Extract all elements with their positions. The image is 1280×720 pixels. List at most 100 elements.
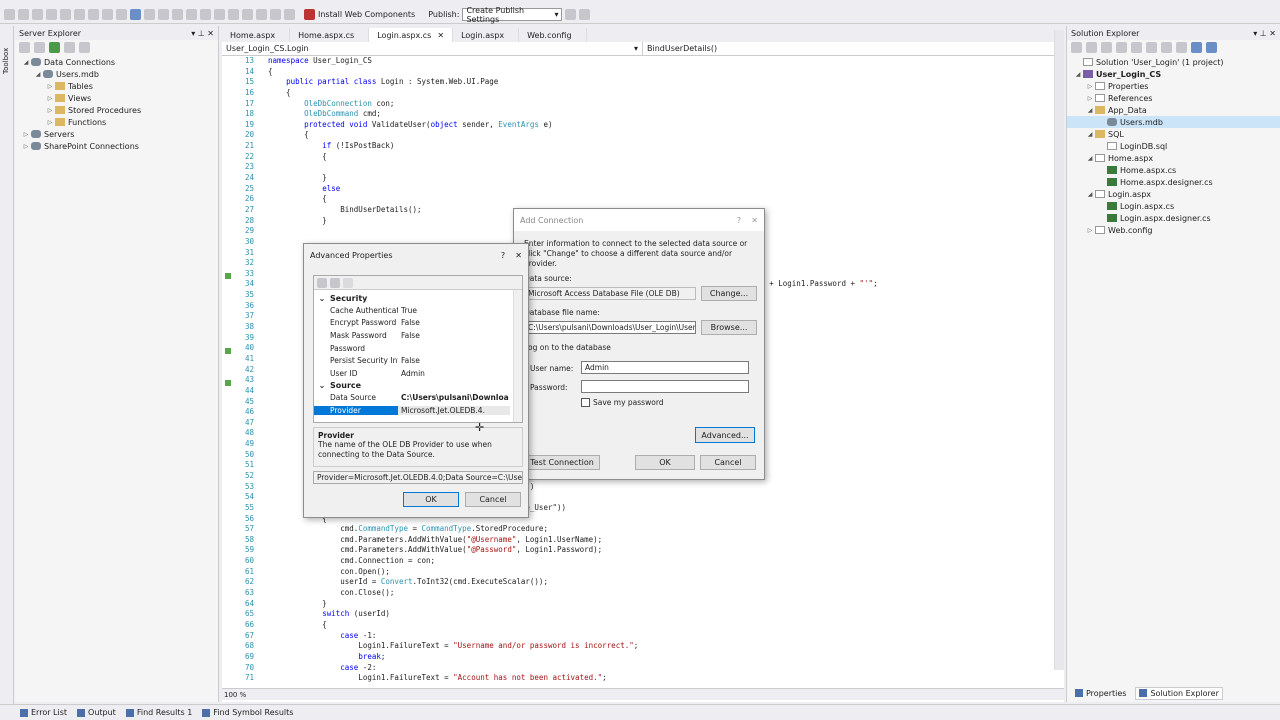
code-line[interactable]: 67 case -1:: [222, 631, 1052, 642]
code-line[interactable]: 60 cmd.Connection = con;: [222, 556, 1052, 567]
property-row[interactable]: Mask Password False: [314, 329, 522, 342]
expander-icon[interactable]: ◢: [33, 71, 43, 78]
username-input[interactable]: Admin: [581, 361, 749, 374]
code-line[interactable]: 13 namespace User_Login_CS: [222, 56, 1052, 67]
help-icon[interactable]: ?: [737, 216, 741, 225]
toolbar-icon[interactable]: [74, 9, 85, 20]
toolbar-icon[interactable]: [242, 9, 253, 20]
settings-icon[interactable]: [1206, 41, 1217, 53]
code-line[interactable]: 68 Login1.FailureText = "Username and/or…: [222, 641, 1052, 652]
property-value[interactable]: True: [398, 306, 522, 315]
toolbar-icon[interactable]: [18, 9, 29, 20]
toolbar-icon[interactable]: [228, 9, 239, 20]
tab-document[interactable]: Home.aspx: [222, 28, 291, 42]
expander-icon[interactable]: ◢: [21, 59, 31, 66]
tab-output[interactable]: Output: [77, 708, 116, 717]
expander-icon[interactable]: ▷: [45, 95, 55, 102]
cancel-button[interactable]: Cancel: [700, 455, 756, 470]
property-category[interactable]: ⌄ Security: [314, 292, 522, 304]
code-line[interactable]: 69 break;: [222, 652, 1052, 663]
tree-node[interactable]: ▷ Properties: [1067, 80, 1280, 92]
alphabetical-icon[interactable]: [330, 277, 340, 288]
tree-node[interactable]: ▷ Web.config: [1067, 224, 1280, 236]
property-value[interactable]: Admin: [398, 369, 522, 378]
stop-icon[interactable]: [34, 41, 45, 53]
sync-icon[interactable]: [1116, 41, 1127, 53]
tree-node[interactable]: ▷ SharePoint Connections: [15, 140, 218, 152]
tree-node[interactable]: Users.mdb: [1067, 116, 1280, 128]
zoom-level[interactable]: 100 %: [222, 688, 1064, 700]
categorized-icon[interactable]: [317, 277, 327, 288]
toolbar-icon[interactable]: [172, 9, 183, 20]
code-line[interactable]: 61 con.Open();: [222, 567, 1052, 578]
editor-vertical-scrollbar[interactable]: [1054, 30, 1064, 670]
tab-document[interactable]: Login.aspx: [453, 28, 520, 42]
toolbar-icon[interactable]: [214, 9, 225, 20]
property-row[interactable]: Provider Microsoft.Jet.OLEDB.4.: [314, 404, 522, 417]
class-dropdown[interactable]: User_Login_CS.Login ▾: [222, 42, 643, 55]
connect-sharepoint-icon[interactable]: [79, 41, 90, 53]
property-grid-scrollbar[interactable]: [513, 290, 522, 422]
tree-node[interactable]: ◢ Users.mdb: [15, 68, 218, 80]
cancel-button[interactable]: Cancel: [465, 492, 521, 507]
code-line[interactable]: 16 {: [222, 88, 1052, 99]
browse-button[interactable]: Browse...: [701, 320, 757, 335]
toolbar-icon[interactable]: [270, 9, 281, 20]
change-button[interactable]: Change...: [701, 286, 757, 301]
expander-icon[interactable]: ◢: [1085, 131, 1095, 138]
tree-node[interactable]: ▷ Stored Procedures: [15, 104, 218, 116]
property-pages-icon[interactable]: [343, 277, 353, 288]
property-row[interactable]: Password: [314, 342, 522, 355]
tab-properties[interactable]: Properties: [1072, 688, 1129, 699]
tree-node[interactable]: ▷ References: [1067, 92, 1280, 104]
tree-node[interactable]: ◢ App_Data: [1067, 104, 1280, 116]
member-dropdown[interactable]: BindUserDetails() ▾: [643, 42, 1064, 55]
expander-icon[interactable]: ▷: [45, 107, 55, 114]
toolbar-icon[interactable]: [284, 9, 295, 20]
code-line[interactable]: 64 }: [222, 599, 1052, 610]
home-icon[interactable]: [1101, 41, 1112, 53]
test-connection-button[interactable]: Test Connection: [524, 455, 600, 470]
close-tab-icon[interactable]: ✕: [437, 31, 444, 40]
panel-controls[interactable]: ▾ ⊥ ✕: [191, 29, 214, 38]
code-line[interactable]: 63 con.Close();: [222, 588, 1052, 599]
back-icon[interactable]: [1071, 41, 1082, 53]
toolbar-icon[interactable]: [88, 9, 99, 20]
property-row[interactable]: User ID Admin: [314, 367, 522, 380]
tab-error-list[interactable]: Error List: [20, 708, 67, 717]
code-line[interactable]: 21 if (!IsPostBack): [222, 141, 1052, 152]
advanced-button[interactable]: Advanced...: [695, 427, 755, 443]
toolbox-tab[interactable]: Toolbox: [2, 30, 12, 74]
properties-icon[interactable]: [1176, 41, 1187, 53]
tree-node[interactable]: Home.aspx.designer.cs: [1067, 176, 1280, 188]
forward-icon[interactable]: [1086, 41, 1097, 53]
expander-icon[interactable]: ◢: [1085, 155, 1095, 162]
code-line[interactable]: 65 switch (userId): [222, 609, 1052, 620]
password-input[interactable]: [581, 380, 749, 393]
toolbar-icon[interactable]: [256, 9, 267, 20]
code-line[interactable]: 25 else: [222, 184, 1052, 195]
toolbar-icon[interactable]: [102, 9, 113, 20]
collapse-icon[interactable]: ⌄: [314, 294, 330, 303]
save-password-checkbox[interactable]: Save my password: [581, 398, 664, 407]
toolbar-icon[interactable]: [32, 9, 43, 20]
property-row[interactable]: Encrypt Password False: [314, 317, 522, 330]
connect-server-icon[interactable]: [64, 41, 75, 53]
expander-icon[interactable]: ◢: [1085, 191, 1095, 198]
toolbar-icon[interactable]: [46, 9, 57, 20]
toolbar-icon[interactable]: [186, 9, 197, 20]
code-line[interactable]: 22 {: [222, 152, 1052, 163]
code-line[interactable]: 17 OleDbConnection con;: [222, 99, 1052, 110]
publish-settings-dropdown[interactable]: Create Publish Settings ▾: [462, 6, 563, 24]
tree-node[interactable]: ◢ Data Connections: [15, 56, 218, 68]
code-line[interactable]: 20 {: [222, 130, 1052, 141]
code-line[interactable]: 19 protected void ValidateUser(object se…: [222, 120, 1052, 131]
close-icon[interactable]: ✕: [751, 216, 758, 225]
property-row[interactable]: Persist Security Info False: [314, 354, 522, 367]
toolbar-icon[interactable]: [158, 9, 169, 20]
tab-document[interactable]: Home.aspx.cs: [290, 28, 370, 42]
toolbar-icon[interactable]: [200, 9, 211, 20]
code-line[interactable]: 24 }: [222, 173, 1052, 184]
code-line[interactable]: 57 cmd.CommandType = CommandType.StoredP…: [222, 524, 1052, 535]
tree-node[interactable]: Home.aspx.cs: [1067, 164, 1280, 176]
